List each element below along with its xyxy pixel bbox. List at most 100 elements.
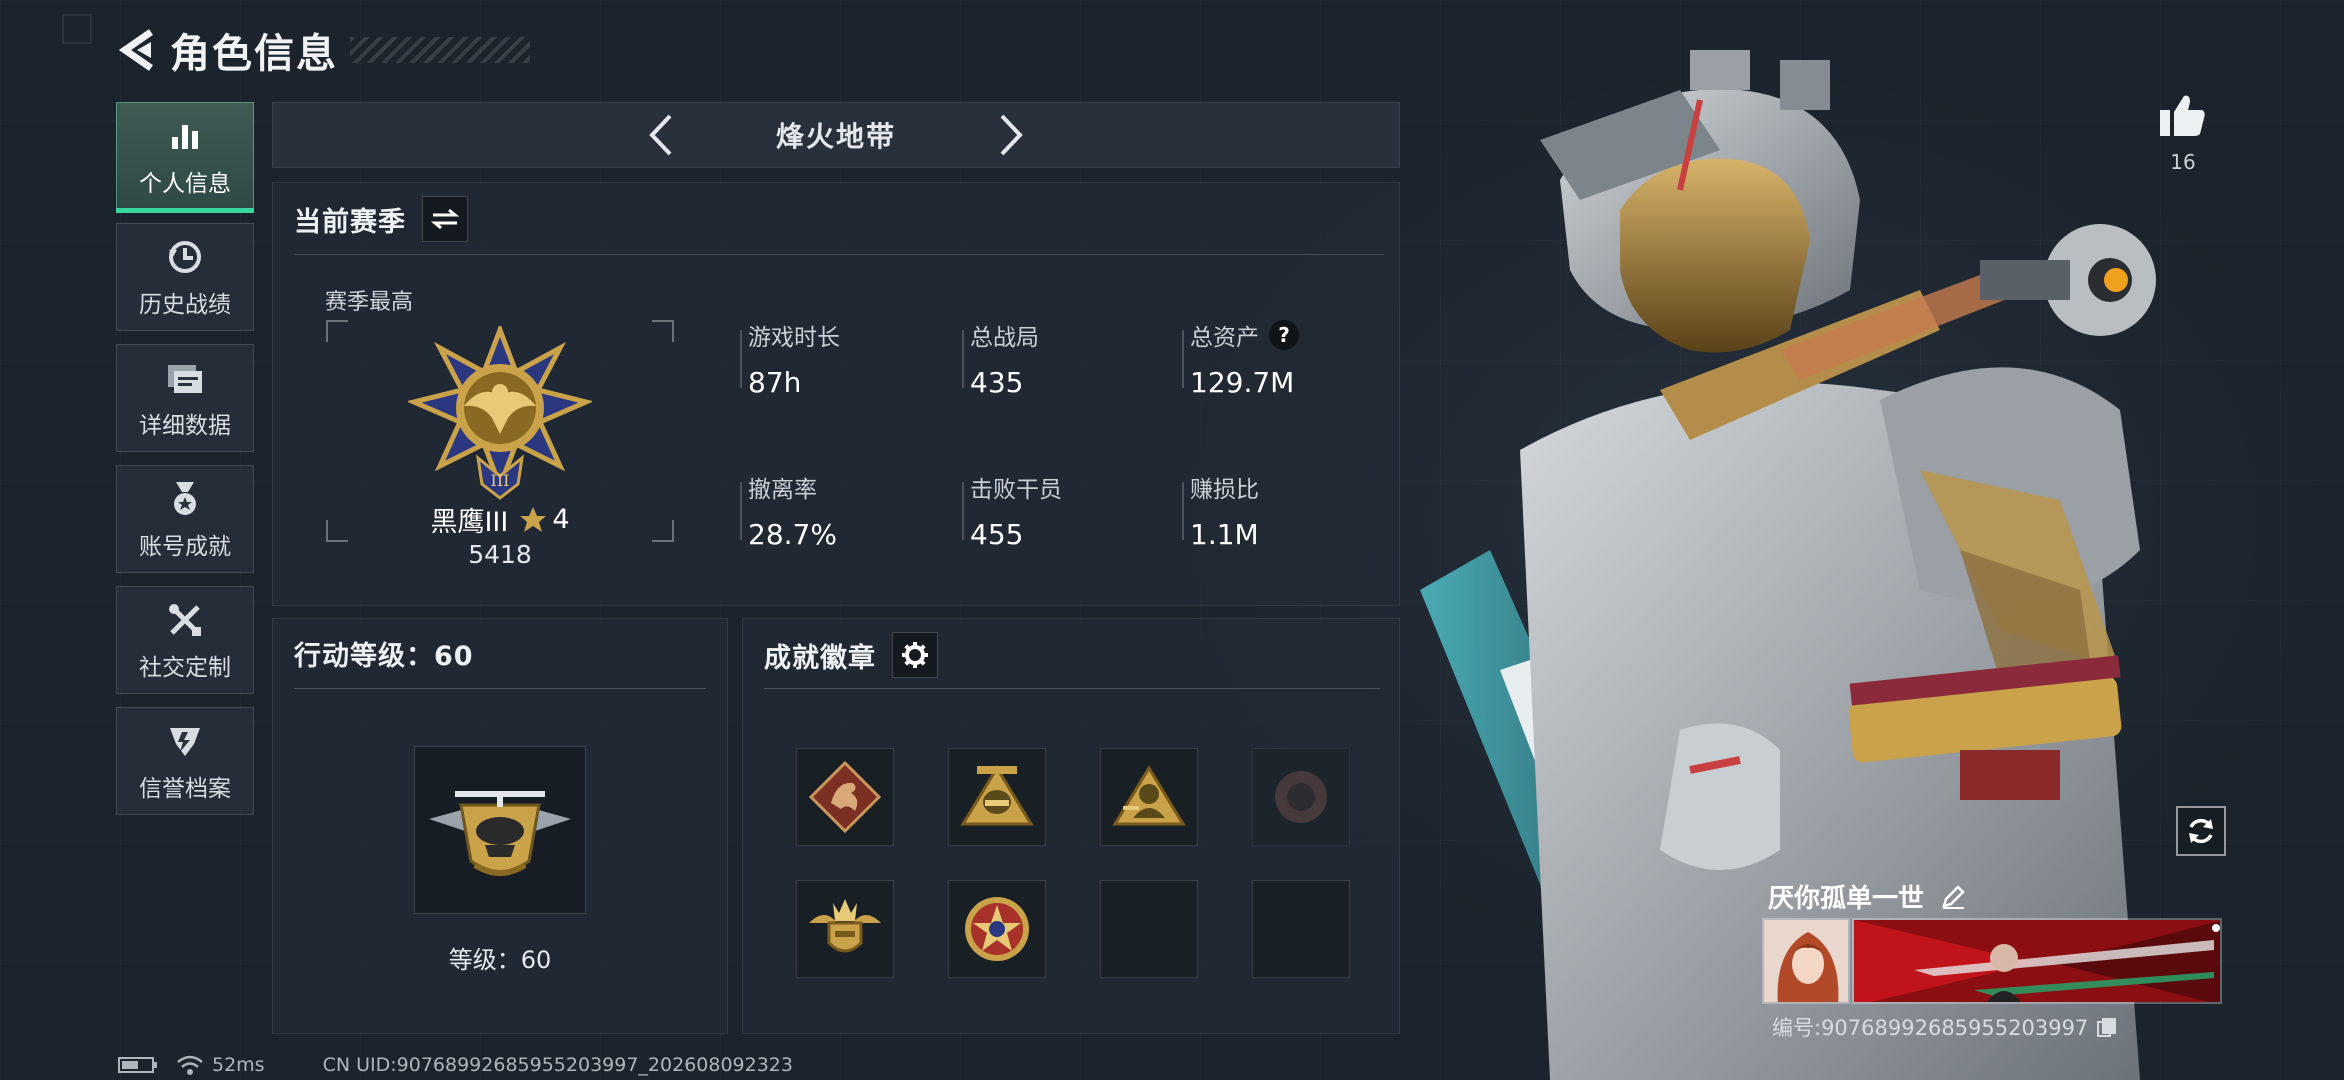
stat-operators-defeated: 击败干员 455 xyxy=(970,470,1062,551)
stat-divider xyxy=(1182,482,1184,540)
sidebar-item-detailed-data[interactable]: 详细数据 xyxy=(116,344,254,452)
chevron-left-icon xyxy=(649,114,672,156)
sidebar-item-social-custom[interactable]: 社交定制 xyxy=(116,586,254,694)
stat-label: 赚损比 xyxy=(1190,477,1259,503)
sidebar-item-label: 详细数据 xyxy=(139,413,231,439)
stat-play-time: 游戏时长 87h xyxy=(748,318,840,399)
tools-icon xyxy=(163,598,207,642)
frame-corner xyxy=(326,320,348,342)
stat-divider xyxy=(740,330,742,388)
edit-name-button[interactable] xyxy=(1938,882,1968,912)
divider xyxy=(764,688,1380,689)
stat-value: 455 xyxy=(970,518,1024,551)
mode-selector: 烽火地带 xyxy=(272,102,1400,168)
badge-slot[interactable] xyxy=(948,880,1046,978)
rank-emblem-icon: III xyxy=(406,322,594,508)
mode-title: 烽火地带 xyxy=(775,120,896,153)
next-mode-button[interactable] xyxy=(981,105,1041,165)
badge-slot[interactable] xyxy=(796,880,894,978)
sidebar-item-label: 历史战绩 xyxy=(139,292,231,318)
medal-icon xyxy=(163,477,207,521)
chevron-right-icon xyxy=(1000,114,1023,156)
star-medal-badge-icon xyxy=(965,897,1029,961)
switch-season-button[interactable] xyxy=(422,196,468,242)
page-title: 角色信息 xyxy=(170,31,338,77)
like-count: 16 xyxy=(2170,150,2196,174)
rotate-model-button[interactable] xyxy=(2176,806,2226,856)
stat-value: 28.7% xyxy=(748,518,837,551)
like-button[interactable]: 16 xyxy=(2150,92,2216,174)
stat-profit-loss: 赚损比 1.1M xyxy=(1190,470,1259,551)
season-title: 当前赛季 xyxy=(294,206,406,238)
prev-mode-button[interactable] xyxy=(631,105,691,165)
badge-slot[interactable] xyxy=(1100,748,1198,846)
sidebar-item-achievements[interactable]: 账号成就 xyxy=(116,465,254,573)
star-icon xyxy=(520,506,547,532)
stat-divider xyxy=(962,482,964,540)
badge-slot-empty[interactable] xyxy=(1252,880,1350,978)
stat-value: 1.1M xyxy=(1190,518,1259,551)
sidebar-item-match-history[interactable]: 历史战绩 xyxy=(116,223,254,331)
back-arrow-icon xyxy=(118,29,153,71)
dragon-badge-icon xyxy=(808,760,882,834)
stat-label: 游戏时长 xyxy=(748,325,840,351)
frame-corner xyxy=(652,320,674,342)
rank-name-row: 黑鹰III 4 xyxy=(325,500,675,539)
sidebar-item-personal-info[interactable]: 个人信息 xyxy=(116,102,254,213)
back-button[interactable] xyxy=(112,25,162,75)
clock-history-icon xyxy=(163,235,207,279)
badge-slot-empty[interactable] xyxy=(1100,880,1198,978)
locked-badge-icon xyxy=(1275,771,1327,823)
badges-title: 成就徽章 xyxy=(764,642,876,674)
avatar-portrait-icon xyxy=(1764,920,1848,1002)
badge-slot[interactable] xyxy=(948,748,1046,846)
bar-chart-icon xyxy=(163,114,207,158)
stat-label: 总战局 xyxy=(970,325,1039,351)
stat-divider xyxy=(962,330,964,388)
stat-extract-rate: 撤离率 28.7% xyxy=(748,470,837,551)
wifi-icon xyxy=(177,1055,203,1075)
copy-id-button[interactable] xyxy=(2094,1014,2120,1040)
level-caption: 等级：60 xyxy=(448,946,552,974)
player-id: 编号:9076899268595520399​7 xyxy=(1772,1016,2089,1040)
page-header: 角色信息 xyxy=(112,20,530,80)
svg-text:III: III xyxy=(491,471,510,490)
level-header: 行动等级：60 xyxy=(294,634,474,673)
badge-settings-button[interactable] xyxy=(892,632,938,678)
wings-crown-badge-icon xyxy=(809,899,881,953)
rank-name: 黑鹰III xyxy=(430,507,509,538)
gear-icon xyxy=(902,642,928,668)
shield-badge-icon xyxy=(163,719,207,763)
player-name: 厌你孤单一世 xyxy=(1768,884,1925,914)
name-card-banner[interactable] xyxy=(1852,918,2222,1004)
sidebar-item-label: 信誉档案 xyxy=(139,776,231,802)
badge-slot[interactable] xyxy=(1252,748,1350,846)
name-card-art-icon xyxy=(1854,920,2220,1002)
level-emblem[interactable] xyxy=(414,746,586,914)
corner-decoration xyxy=(62,14,92,44)
divider xyxy=(294,254,1384,255)
sidebar-item-credit-record[interactable]: 信誉档案 xyxy=(116,707,254,815)
soldier-badge-icon xyxy=(1112,765,1186,826)
stat-label: 总资产 xyxy=(1190,325,1259,351)
divider xyxy=(294,688,706,689)
avatar[interactable] xyxy=(1762,918,1850,1004)
sidebar: 个人信息 历史战绩 详细数据 账号成就 社交定制 信誉档案 xyxy=(116,102,254,828)
swap-icon xyxy=(431,208,459,230)
sidebar-item-label: 账号成就 xyxy=(139,534,231,560)
stat-value: 87h xyxy=(748,366,802,399)
helicopter-emblem-icon xyxy=(429,791,571,876)
status-bar: 52ms CN UID:9076899268595520399​7_202608… xyxy=(118,1054,793,1076)
stat-total-assets: 总资产 ? 129.7M xyxy=(1190,318,1299,399)
copy-icon xyxy=(2097,1018,2117,1037)
battery-icon xyxy=(118,1057,157,1073)
helmet-badge-icon xyxy=(960,765,1034,826)
badge-slot[interactable] xyxy=(796,748,894,846)
stat-value: 435 xyxy=(970,366,1024,399)
title-decoration xyxy=(350,37,530,63)
season-header: 当前赛季 xyxy=(294,196,468,242)
uid-text: CN UID:9076899268595520399​7_20260809232… xyxy=(322,1054,793,1076)
season-best-label: 赛季最高 xyxy=(325,290,414,315)
help-icon[interactable]: ? xyxy=(1269,320,1299,350)
level-title: 行动等级：60 xyxy=(294,641,474,672)
